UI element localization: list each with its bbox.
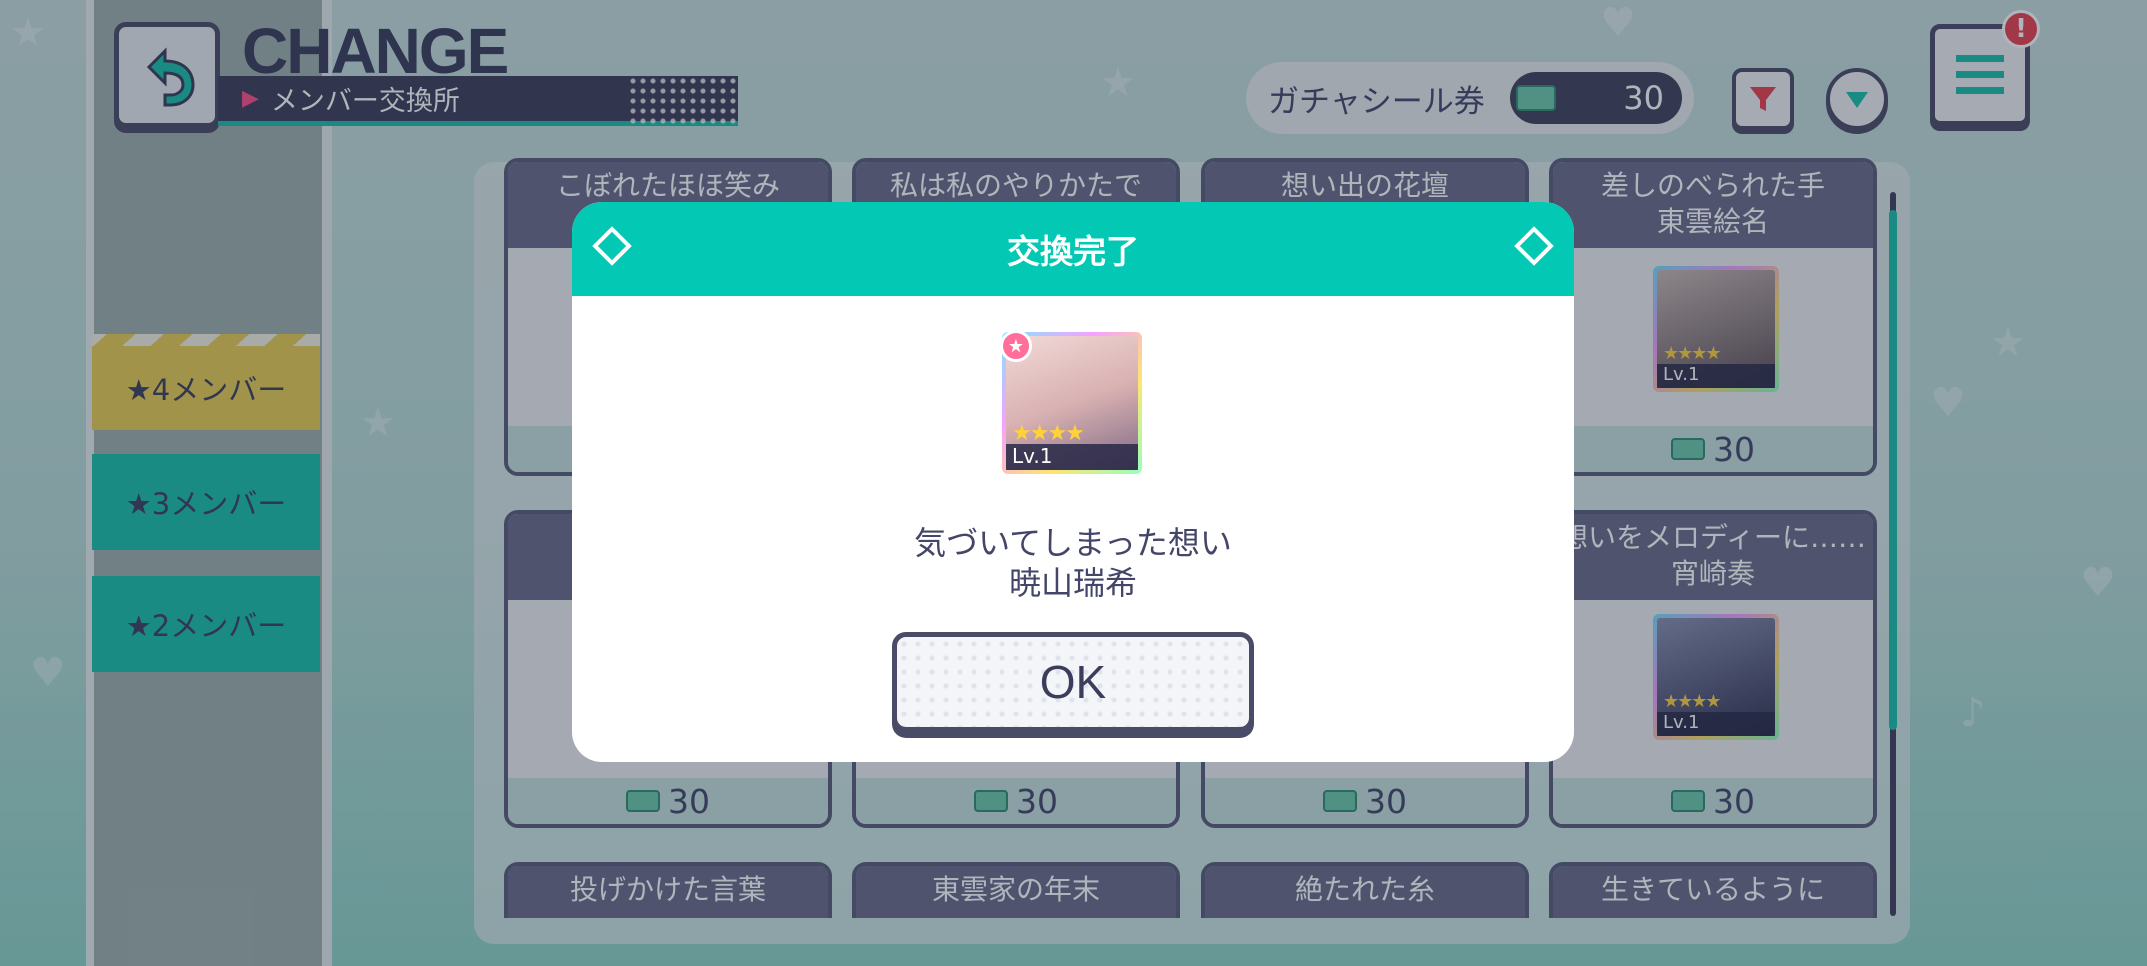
dialog-header: 交換完了 <box>572 202 1574 296</box>
diamond-icon <box>1514 226 1554 266</box>
obtained-card-thumbnail: ★ ★★★★ Lv.1 <box>1000 330 1142 474</box>
rarity-star-icon: ★ <box>1000 330 1032 362</box>
diamond-icon <box>592 226 632 266</box>
obtained-character-name: 暁山瑞希 <box>1008 564 1137 602</box>
card-level: Lv.1 <box>1006 444 1138 470</box>
exchange-complete-dialog: 交換完了 ★ ★★★★ Lv.1 気づいてしまった想い 暁山瑞希 OK <box>572 202 1574 762</box>
ok-button[interactable]: OK <box>892 632 1254 732</box>
dialog-title: 交換完了 <box>1007 232 1139 271</box>
star-rating-icon: ★★★★ <box>1012 421 1085 446</box>
